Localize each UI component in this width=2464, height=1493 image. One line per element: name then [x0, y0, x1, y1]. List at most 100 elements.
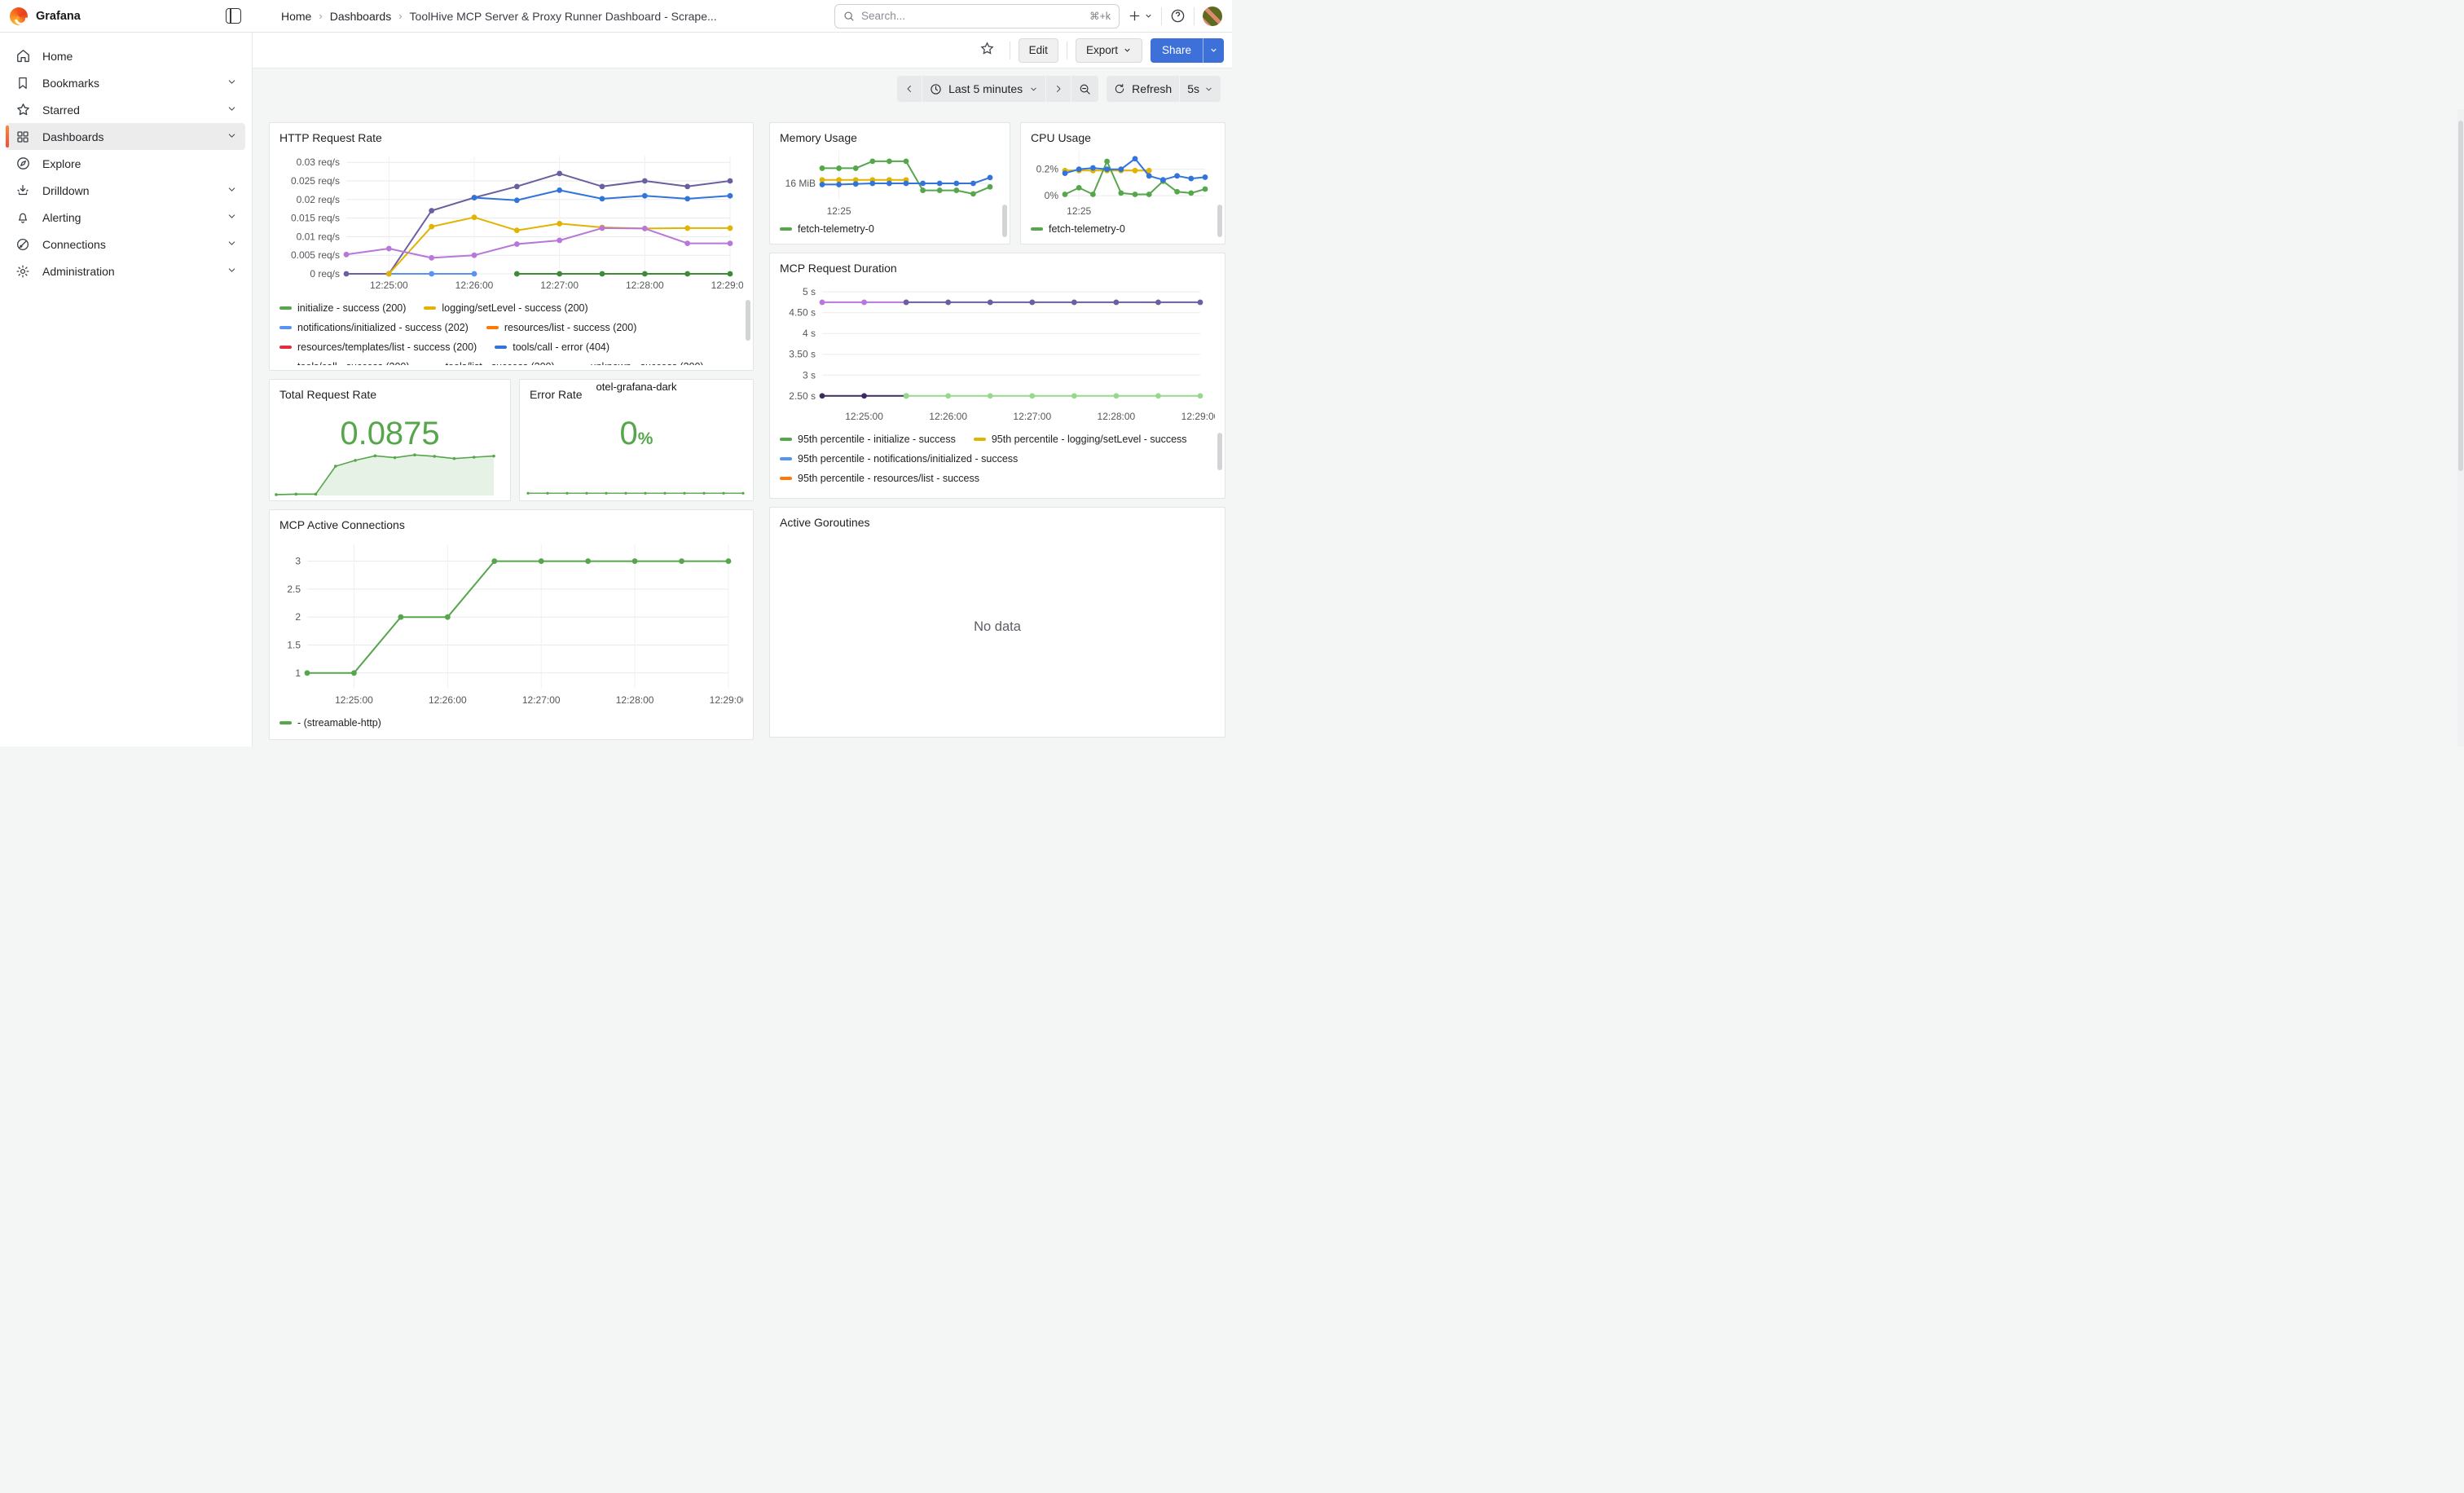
breadcrumb-home[interactable]: Home [281, 10, 311, 23]
http-request-rate-chart[interactable]: 0 req/s0.005 req/s0.01 req/s0.015 req/s0… [279, 146, 743, 298]
favorite-star-icon[interactable] [979, 41, 995, 60]
sidebar-item-dashboards[interactable]: Dashboards [7, 123, 245, 150]
share-button[interactable]: Share [1151, 38, 1203, 63]
svg-text:2.50 s: 2.50 s [789, 390, 816, 402]
total-request-rate-value: 0.0875 [270, 416, 510, 452]
grafana-logo[interactable] [10, 7, 28, 25]
legend-label: resources/list - success (200) [504, 322, 637, 333]
refresh-icon [1114, 83, 1125, 95]
legend-item[interactable]: unknown - success (200) [573, 361, 704, 365]
drilldown-icon [15, 183, 31, 199]
sidebar-item-bookmarks[interactable]: Bookmarks [7, 69, 245, 96]
svg-text:5 s: 5 s [803, 286, 816, 297]
svg-text:0 req/s: 0 req/s [310, 268, 340, 280]
sidebar-toggle-icon[interactable] [226, 8, 241, 24]
legend-item[interactable]: tools/list - success (200) [428, 361, 555, 365]
dashboards-icon [15, 129, 31, 145]
legend-item[interactable]: initialize - success (200) [279, 302, 406, 314]
add-button[interactable] [1128, 9, 1153, 23]
sidebar-item-label: Starred [42, 103, 80, 117]
svg-text:1: 1 [295, 667, 301, 679]
zoom-out-button[interactable] [1071, 76, 1098, 102]
legend-item[interactable]: fetch-telemetry-0 [1031, 223, 1125, 235]
legend-scrollbar[interactable] [746, 300, 750, 341]
legend-label: logging/setLevel - success (200) [442, 302, 587, 314]
legend-scrollbar[interactable] [1002, 205, 1007, 237]
brand-zone: Grafana [0, 0, 253, 32]
legend-label: fetch-telemetry-0 [798, 223, 874, 235]
legend-item[interactable]: logging/setLevel - success (200) [424, 302, 587, 314]
legend-item[interactable]: 95th percentile - initialize - success [780, 434, 956, 445]
edit-label: Edit [1029, 44, 1048, 56]
legend-item[interactable]: - (streamable-http) [279, 717, 381, 729]
panel-title[interactable]: CPU Usage [1031, 130, 1215, 146]
legend-item[interactable]: 95th percentile - logging/setLevel - suc… [974, 434, 1187, 445]
legend-item[interactable]: 95th percentile - resources/templates/li… [780, 492, 1027, 493]
legend-item[interactable]: resources/templates/list - success (200) [279, 341, 477, 353]
svg-text:3 s: 3 s [803, 369, 816, 381]
time-shift-back-button[interactable] [897, 76, 922, 102]
legend-item[interactable]: resources/list - success (200) [486, 322, 637, 333]
panel-http-request-rate: HTTP Request Rate 0 req/s0.005 req/s0.01… [269, 122, 754, 371]
sidebar-item-home[interactable]: Home [7, 42, 245, 69]
sidebar-item-drilldown[interactable]: Drilldown [7, 177, 245, 204]
panel-title[interactable]: Active Goroutines [780, 514, 1215, 531]
legend-item[interactable]: 95th percentile - notifications/initiali… [780, 453, 1018, 465]
legend-scrollbar[interactable] [1217, 433, 1222, 470]
chevron-down-icon [227, 211, 237, 224]
svg-text:3.50 s: 3.50 s [789, 349, 816, 360]
svg-text:3: 3 [295, 556, 301, 567]
mcp-active-connections-chart[interactable]: 32.521.5112:25:0012:26:0012:27:0012:28:0… [279, 533, 743, 713]
search-placeholder: Search... [861, 10, 905, 22]
panel-title[interactable]: Memory Usage [780, 130, 1000, 146]
help-button[interactable] [1170, 8, 1186, 24]
legend-scrollbar[interactable] [1217, 205, 1222, 237]
edit-button[interactable]: Edit [1019, 38, 1058, 63]
sidebar-item-connections[interactable]: Connections [7, 231, 245, 258]
svg-text:0.02 req/s: 0.02 req/s [297, 194, 340, 205]
legend-label: 95th percentile - resources/list - succe… [798, 473, 979, 484]
refresh-group: Refresh 5s [1107, 76, 1221, 102]
panel-mcp-active-connections: MCP Active Connections 32.521.5112:25:00… [269, 509, 754, 740]
memory-usage-chart[interactable]: 16 MiB12:25 [780, 146, 1000, 219]
user-avatar[interactable] [1203, 7, 1222, 26]
time-range-picker[interactable]: Last 5 minutes [922, 76, 1045, 102]
sidebar-nav: Home Bookmarks Starred Dashboards Explor… [0, 33, 253, 746]
mcp-request-duration-chart[interactable]: 5 s4.50 s4 s3.50 s3 s2.50 s12:25:0012:26… [780, 276, 1215, 429]
legend-item[interactable]: tools/call - error (404) [495, 341, 609, 353]
panel-title[interactable]: Total Request Rate [279, 386, 500, 403]
legend-label: 95th percentile - logging/setLevel - suc… [992, 434, 1187, 445]
legend-item[interactable]: fetch-telemetry-0 [780, 223, 874, 235]
panel-title[interactable]: MCP Active Connections [279, 517, 743, 533]
legend-item[interactable]: notifications/initialized - success (202… [279, 322, 469, 333]
chevron-down-icon [1029, 85, 1038, 94]
sidebar-item-label: Home [42, 50, 73, 63]
search-input[interactable]: Search... ⌘+k [834, 4, 1120, 29]
sidebar-item-explore[interactable]: Explore [7, 150, 245, 177]
error-rate-sparkline[interactable] [525, 461, 748, 497]
refresh-button[interactable]: Refresh [1107, 76, 1179, 102]
sidebar-item-administration[interactable]: Administration [7, 258, 245, 284]
panel-title[interactable]: MCP Request Duration [780, 260, 1215, 276]
sidebar-item-alerting[interactable]: Alerting [7, 204, 245, 231]
svg-text:12:25: 12:25 [827, 205, 851, 217]
time-range-group: Last 5 minutes [897, 76, 1098, 102]
panel-title[interactable]: HTTP Request Rate [279, 130, 743, 146]
legend-item[interactable]: 95th percentile - resources/list - succe… [780, 473, 979, 484]
legend-chip [279, 306, 292, 310]
legend-chip [780, 477, 792, 481]
chevron-down-icon [227, 77, 237, 90]
sidebar-item-starred[interactable]: Starred [7, 96, 245, 123]
share-label: Share [1162, 44, 1191, 56]
cpu-usage-chart[interactable]: 0.2%0%12:25 [1031, 146, 1215, 219]
share-dropdown-button[interactable] [1203, 38, 1224, 63]
legend-item[interactable]: tools/call - success (200) [279, 361, 410, 365]
breadcrumb-dashboards[interactable]: Dashboards [330, 10, 392, 23]
time-shift-forward-button[interactable] [1046, 76, 1071, 102]
divider [1194, 7, 1195, 25]
export-button[interactable]: Export [1076, 38, 1142, 63]
refresh-interval-dropdown[interactable]: 5s [1180, 76, 1221, 102]
page-scrollbar-thumb[interactable] [2458, 121, 2463, 471]
http-legend: initialize - success (200) logging/setLev… [279, 298, 743, 365]
page-scrollbar[interactable] [2457, 109, 2464, 746]
